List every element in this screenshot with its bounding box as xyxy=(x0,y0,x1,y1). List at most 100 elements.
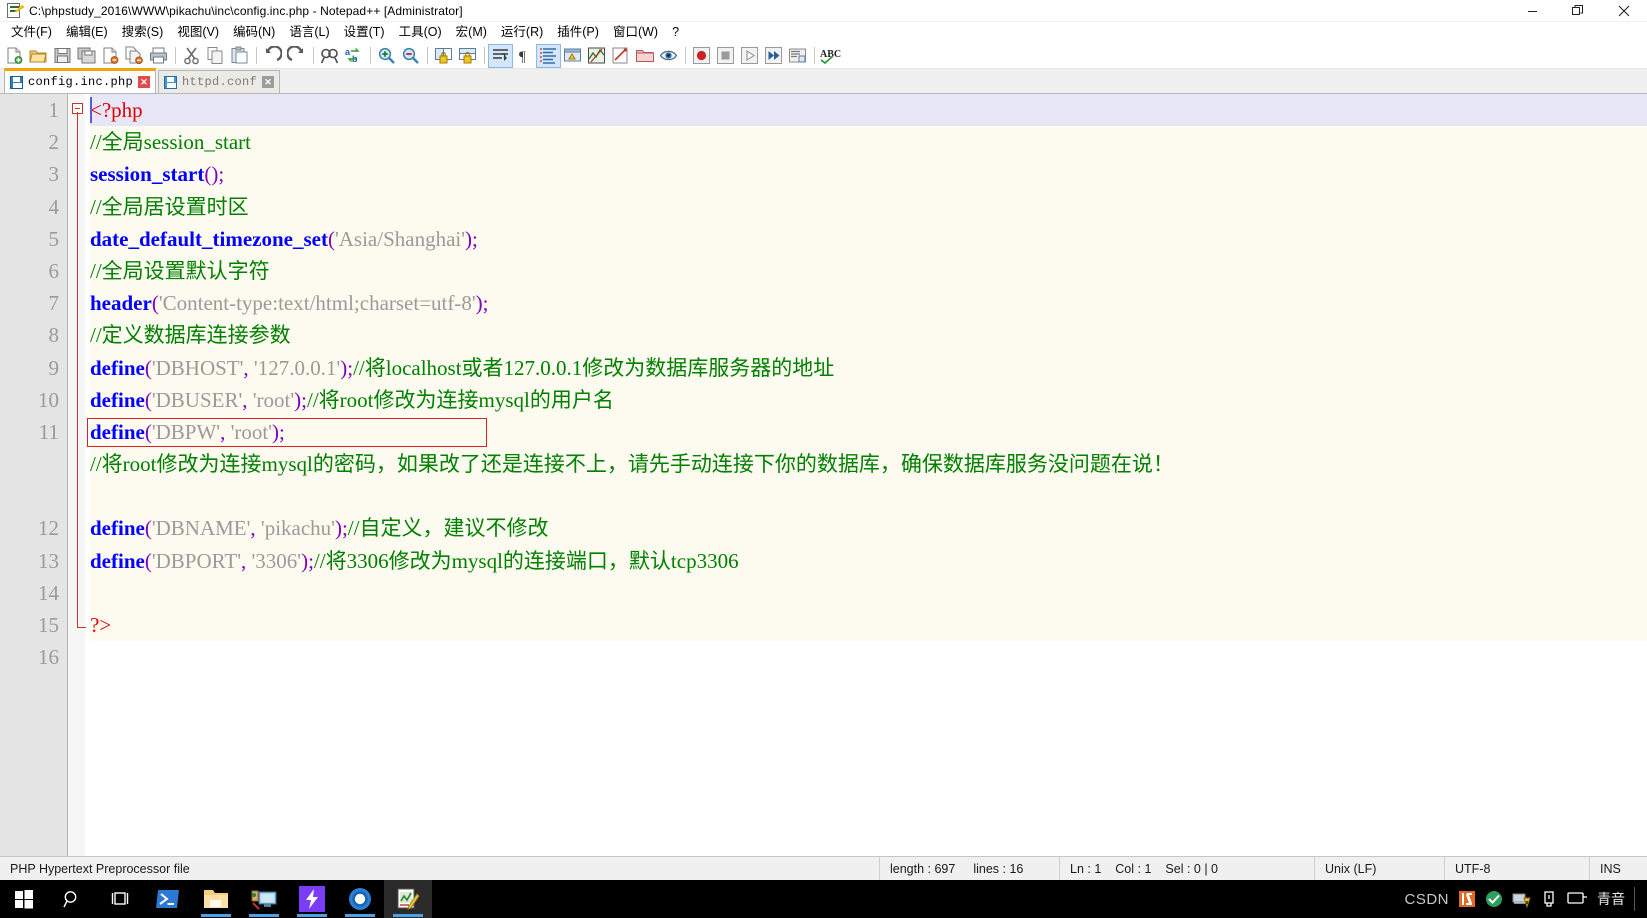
code-line[interactable]: define('DBNAME', 'pikachu');//自定义，建议不修改 xyxy=(90,512,1647,545)
menu-window[interactable]: 窗口(W) xyxy=(606,22,665,42)
redo-button[interactable] xyxy=(285,45,308,67)
search-button[interactable] xyxy=(48,880,96,918)
code-line[interactable]: //定义数据库连接参数 xyxy=(90,319,1647,352)
menu-language[interactable]: 语言(L) xyxy=(282,22,336,42)
start-button[interactable] xyxy=(0,880,48,918)
tab-close-button[interactable]: ✕ xyxy=(262,76,275,88)
start-recording-macro-button[interactable] xyxy=(690,45,713,67)
code-token: define xyxy=(90,387,145,412)
show-all-characters-button[interactable]: ¶ xyxy=(513,45,536,67)
code-line[interactable]: <?php xyxy=(90,94,1647,127)
antivirus-icon[interactable] xyxy=(1485,890,1503,908)
status-eol-format[interactable]: Unix (LF) xyxy=(1315,856,1445,881)
function-list-button[interactable] xyxy=(609,45,632,67)
code-line[interactable]: define('DBPORT', '3306');//将3306修改为mysql… xyxy=(90,544,1647,577)
menu-run[interactable]: 运行(R) xyxy=(494,22,550,42)
paste-button[interactable] xyxy=(228,45,251,67)
code-line[interactable]: //将root修改为连接mysql的密码，如果改了还是连接不上，请先手动连接下你… xyxy=(90,448,1647,513)
menu-encoding[interactable]: 编码(N) xyxy=(226,22,282,42)
status-encoding[interactable]: UTF-8 xyxy=(1445,856,1590,881)
replace-button[interactable]: a b xyxy=(342,45,365,67)
run-macro-multiple-times-button[interactable] xyxy=(762,45,785,67)
sync-horizontal-scroll-button[interactable] xyxy=(456,45,479,67)
code-token: //全局session_start xyxy=(90,130,251,155)
menu-file[interactable]: 文件(F) xyxy=(4,22,59,42)
code-line[interactable]: //全局设置默认字符 xyxy=(90,254,1647,288)
tab-bar: config.inc.php ✕ httpd.conf ✕ xyxy=(0,68,1647,94)
code-text-area[interactable]: <?php//全局session_start session_start();//… xyxy=(86,94,1647,856)
taskbar-powershell[interactable] xyxy=(144,880,192,918)
editor[interactable]: 1 2 3 4 5 6 7 8 9 10 11 12 13 14 15 16 <?php//全局session… xyxy=(0,94,1647,856)
close-button[interactable] xyxy=(1601,0,1647,22)
menu-plugins[interactable]: 插件(P) xyxy=(550,22,606,42)
play-macro-button[interactable] xyxy=(738,45,761,67)
taskbar-notepadpp[interactable] xyxy=(384,880,432,918)
word-wrap-button[interactable] xyxy=(488,43,513,68)
monitoring-button[interactable] xyxy=(657,45,680,67)
show-desktop-button[interactable] xyxy=(1634,887,1635,911)
code-line[interactable]: date_default_timezone_set('Asia/Shanghai… xyxy=(90,222,1647,255)
search-icon xyxy=(63,891,77,908)
user-defined-language-button[interactable] xyxy=(561,45,584,67)
indent-guide-button[interactable] xyxy=(536,43,561,68)
close-all-button[interactable] xyxy=(123,45,146,67)
tab-close-button[interactable]: ✕ xyxy=(138,76,151,88)
spell-check-button[interactable]: ABC xyxy=(819,45,842,67)
maximize-button[interactable] xyxy=(1555,0,1601,22)
network-warning-icon[interactable] xyxy=(1512,890,1532,908)
notepad-plus-plus-window: C:\phpstudy_2016\WWW\pikachu\inc\config.… xyxy=(0,0,1647,918)
close-file-button[interactable] xyxy=(99,45,122,67)
save-button[interactable] xyxy=(51,45,74,67)
tab-httpd-conf[interactable]: httpd.conf ✕ xyxy=(158,70,281,93)
cut-button[interactable] xyxy=(180,45,203,67)
code-line[interactable]: //全局居设置时区 xyxy=(90,190,1647,223)
taskbar-remote-desktop[interactable] xyxy=(240,880,288,918)
sync-vertical-scroll-button[interactable] xyxy=(432,45,455,67)
menu-search[interactable]: 搜索(S) xyxy=(115,22,171,42)
zip-icon[interactable] xyxy=(1458,890,1476,908)
save-macro-button[interactable] xyxy=(786,45,809,67)
undo-button[interactable] xyxy=(261,45,284,67)
new-file-button[interactable] xyxy=(3,45,26,67)
folder-as-workspace-button[interactable] xyxy=(633,45,656,67)
code-line[interactable]: ?> xyxy=(90,609,1647,642)
code-line[interactable] xyxy=(90,576,1647,610)
code-line[interactable]: define('DBPW', 'root'); xyxy=(90,415,1647,449)
print-button[interactable] xyxy=(147,45,170,67)
menu-edit[interactable]: 编辑(E) xyxy=(59,22,115,42)
status-length-lines: length : 697 lines : 16 xyxy=(880,856,1060,881)
code-line[interactable]: define('DBUSER', 'root');//将root修改为连接mys… xyxy=(90,383,1647,416)
usb-eject-icon[interactable] xyxy=(1541,890,1557,908)
find-button[interactable] xyxy=(318,45,341,67)
menu-help[interactable]: ? xyxy=(665,22,686,42)
stop-recording-macro-button[interactable] xyxy=(714,45,737,67)
zoom-in-button[interactable] xyxy=(375,45,398,67)
code-token: //定义数据库连接参数 xyxy=(90,323,291,348)
menu-settings[interactable]: 设置(T) xyxy=(337,22,392,42)
tab-config-inc-php[interactable]: config.inc.php ✕ xyxy=(4,68,157,93)
code-line[interactable]: //全局session_start xyxy=(90,126,1647,159)
menu-view[interactable]: 视图(V) xyxy=(170,22,226,42)
status-insert-mode[interactable]: INS xyxy=(1590,857,1647,881)
task-view-button[interactable] xyxy=(96,880,144,918)
code-line[interactable]: session_start(); xyxy=(90,158,1647,191)
zoom-out-button[interactable] xyxy=(399,45,422,67)
save-all-button[interactable] xyxy=(75,45,98,67)
taskbar-chromium[interactable] xyxy=(336,880,384,918)
code-token: '127.0.0.1' xyxy=(248,355,341,380)
ime-language-indicator[interactable]: 青音 xyxy=(1597,889,1625,909)
code-folding-gutter[interactable] xyxy=(68,94,86,856)
document-map-button[interactable] xyxy=(585,45,608,67)
taskbar-file-explorer[interactable] xyxy=(192,880,240,918)
code-line[interactable]: define('DBHOST', '127.0.0.1');//将localho… xyxy=(90,351,1647,384)
copy-button[interactable] xyxy=(204,45,227,67)
code-line[interactable] xyxy=(90,641,1647,673)
document-map-icon xyxy=(588,47,605,64)
display-icon[interactable] xyxy=(1566,890,1588,908)
minimize-button[interactable] xyxy=(1509,0,1555,22)
menu-macro[interactable]: 宏(M) xyxy=(449,22,494,42)
open-file-button[interactable] xyxy=(27,45,50,67)
code-line[interactable]: header('Content-type:text/html;charset=u… xyxy=(90,287,1647,320)
menu-tools[interactable]: 工具(O) xyxy=(392,22,449,42)
taskbar-phpstudy[interactable] xyxy=(288,880,336,918)
